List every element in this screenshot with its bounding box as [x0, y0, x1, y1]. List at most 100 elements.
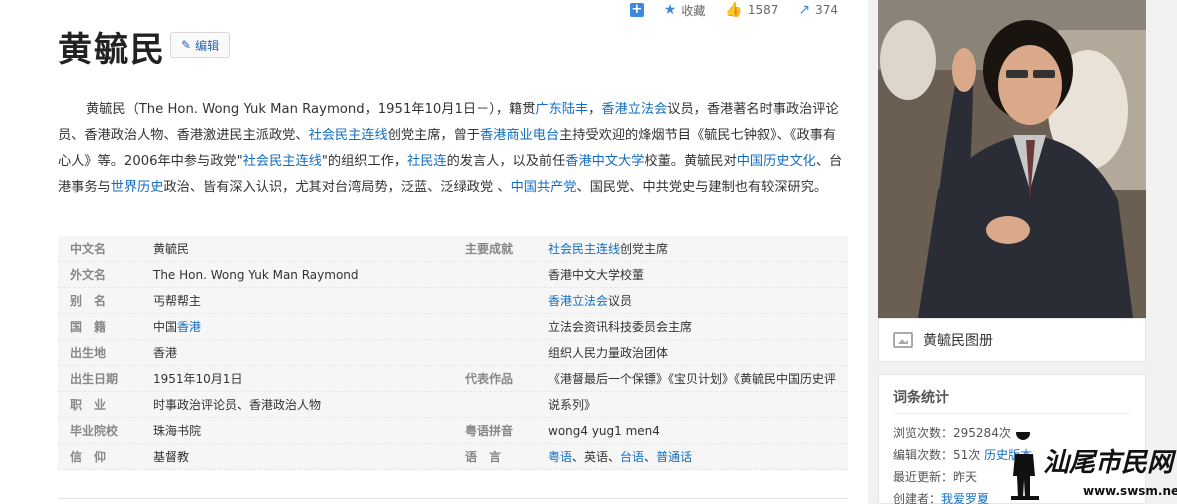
collect-button[interactable]: ★ 收藏	[664, 2, 706, 19]
info-value: 香港中文大学校董	[548, 268, 645, 282]
info-key: 国 籍	[70, 320, 107, 334]
sidebar: 黄毓民图册 词条统计 浏览次数：295284次 编辑次数：51次 历史版本 最近…	[868, 0, 1177, 504]
intro-link[interactable]: 香港中文大学	[565, 154, 644, 169]
intro-link[interactable]: 社会民主连线	[309, 128, 388, 143]
intro-link[interactable]: 香港立法会	[601, 102, 667, 117]
language-link[interactable]: 粤语	[548, 450, 572, 464]
watermark-name: 汕尾市民网	[1043, 448, 1174, 478]
info-link[interactable]: 香港	[177, 320, 201, 334]
info-value: 1951年10月1日	[153, 372, 243, 386]
intro-link[interactable]: 中国共产党	[511, 180, 577, 195]
creator-link[interactable]: 我爱罗夏	[941, 492, 989, 504]
intro-text: ，	[588, 102, 602, 117]
info-key: 信 仰	[70, 450, 107, 464]
table-row: 出生地 香港 组织人民力量政治团体	[58, 340, 848, 366]
info-key: 中文名	[70, 242, 107, 256]
info-value: wong4 yug1 men4	[548, 423, 660, 438]
table-row: 信 仰 基督教 语 言 粤语、英语、台语、普通话	[58, 444, 848, 470]
table-row: 外文名 The Hon. Wong Yuk Man Raymond 香港中文大学校…	[58, 262, 848, 288]
toolbar: + ★ 收藏 👍 1587 ↗ 374	[629, 0, 838, 20]
info-link[interactable]: 香港立法会	[548, 294, 608, 308]
thumbs-up-icon: 👍	[725, 2, 743, 18]
divider	[58, 498, 848, 499]
stat-label: 浏览次数：	[893, 426, 954, 440]
table-row: 国 籍 中国香港 立法会资讯科技委员会主席	[58, 314, 848, 340]
page-title: 黄毓民	[58, 30, 166, 70]
pencil-icon: ✎	[181, 38, 192, 52]
edit-button[interactable]: ✎ 编辑	[170, 32, 231, 58]
info-value: 说系列》	[548, 398, 597, 412]
share-count: 374	[815, 3, 838, 17]
intro-paragraph: 黄毓民（The Hon. Wong Yuk Man Raymond，1951年1…	[58, 97, 848, 201]
stat-label: 最近更新：	[893, 470, 954, 484]
album-label: 黄毓民图册	[923, 333, 993, 349]
info-key: 出生地	[70, 346, 107, 360]
add-button[interactable]: +	[629, 2, 644, 17]
info-value: 中国	[153, 320, 178, 334]
info-link[interactable]: 社会民主连线	[548, 242, 620, 256]
info-key: 语 言	[465, 450, 502, 464]
language-link[interactable]: 普通话	[656, 450, 692, 464]
intro-link[interactable]: 中国历史文化	[737, 154, 816, 169]
intro-text: 的发言人，以及前任	[446, 154, 566, 169]
info-value: 香港	[153, 346, 178, 360]
info-value: 基督教	[153, 450, 190, 464]
edit-label: 编辑	[195, 38, 220, 53]
album-link[interactable]: 黄毓民图册	[878, 318, 1146, 362]
info-value: The Hon. Wong Yuk Man Raymond	[153, 267, 359, 282]
intro-text: 政治、皆有深入认识，尤其对台湾局势，泛蓝、泛绿政党 、	[163, 180, 511, 195]
info-key: 出生日期	[70, 372, 119, 386]
share-icon: ↗	[798, 2, 811, 18]
stats-title: 词条统计	[893, 387, 1131, 414]
site-watermark: 汕尾市民网 www.swsm.net	[1003, 426, 1177, 502]
like-button[interactable]: 👍 1587	[725, 2, 778, 18]
intro-link[interactable]: 香港商业电台	[480, 128, 559, 143]
picture-icon	[893, 332, 913, 348]
intro-text: 、国民党、中共党史与建制也有较深研究。	[576, 180, 828, 195]
info-value: 、	[644, 450, 657, 464]
table-row: 别 名 丐帮帮主 香港立法会议员	[58, 288, 848, 314]
info-key: 主要成就	[465, 242, 514, 256]
info-value: 丐帮帮主	[153, 294, 202, 308]
main-content: + ★ 收藏 👍 1587 ↗ 374 黄毓民 ✎ 编辑 黄毓民（The Hon…	[0, 0, 868, 504]
intro-text: 校董。黄毓民对	[644, 154, 737, 169]
language-link[interactable]: 台语	[620, 450, 644, 464]
info-value: 《港督最后一个保镖》《宝贝计划》《黄毓民中国历史评	[548, 372, 837, 386]
info-key: 职 业	[70, 398, 107, 412]
info-value: 时事政治评论员、香港政治人物	[153, 398, 322, 412]
like-count: 1587	[747, 3, 779, 17]
info-value: 珠海书院	[153, 424, 202, 438]
table-row: 毕业院校 珠海书院 粤语拼音 wong4 yug1 men4	[58, 418, 848, 444]
stat-label: 编辑次数：	[893, 448, 954, 462]
info-key: 外文名	[70, 268, 107, 282]
intro-link[interactable]: 世界历史	[111, 180, 164, 195]
watermark-url: www.swsm.net	[1083, 484, 1177, 498]
intro-text: 创党主席，曾于	[387, 128, 480, 143]
share-button[interactable]: ↗ 374	[798, 2, 838, 18]
info-value: 立法会资讯科技委员会主席	[548, 320, 693, 334]
table-row: 出生日期 1951年10月1日 代表作品 《港督最后一个保镖》《宝贝计划》《黄毓民中…	[58, 366, 848, 392]
intro-link[interactable]: 广东陆丰	[535, 102, 588, 117]
stat-value: 昨天	[953, 470, 978, 484]
intro-link[interactable]: 社民连	[407, 154, 447, 169]
info-value: 、英语、	[572, 450, 621, 464]
intro-link[interactable]: 社会民主连线	[243, 154, 322, 169]
stat-label: 创建者：	[893, 492, 942, 504]
table-row: 职 业 时事政治评论员、香港政治人物 说系列》	[58, 392, 848, 418]
collect-label: 收藏	[681, 3, 706, 18]
info-key: 代表作品	[465, 372, 514, 386]
info-key: 粤语拼音	[465, 424, 514, 438]
info-value: 创党主席	[620, 242, 669, 256]
info-key: 别 名	[70, 294, 107, 308]
plus-icon: +	[629, 2, 644, 17]
portrait-photo[interactable]	[878, 0, 1146, 318]
info-key: 毕业院校	[70, 424, 119, 438]
intro-text: 黄毓民（The Hon. Wong Yuk Man Raymond，1951年1…	[86, 102, 536, 117]
info-value: 黄毓民	[153, 242, 190, 256]
info-value: 议员	[608, 294, 633, 308]
star-icon: ★	[663, 2, 677, 18]
stat-value: 51次	[953, 448, 981, 462]
intro-text: "的组织工作，	[321, 154, 408, 169]
info-value: 组织人民力量政治团体	[548, 346, 669, 360]
basic-info-table: 中文名 黄毓民 主要成就 社会民主连线创党主席 外文名 The Hon. Wong Y…	[58, 236, 848, 470]
